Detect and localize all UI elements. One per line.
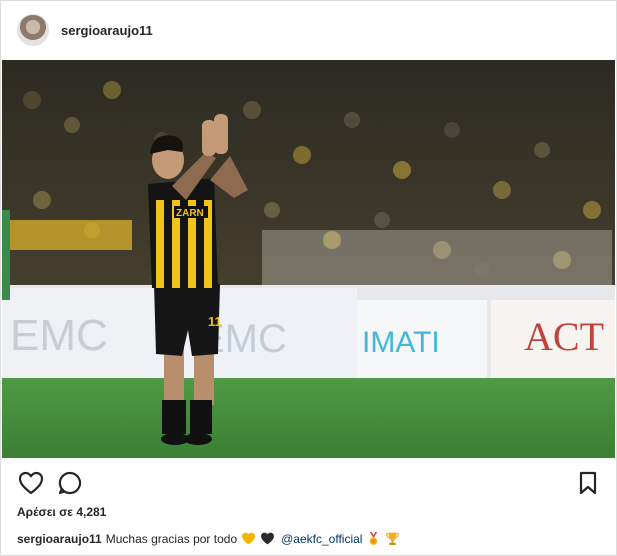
- post-caption: sergioaraujo11 Muchas gracias por todo @…: [17, 531, 400, 546]
- ad-board-4-text: ACT: [524, 314, 604, 359]
- likes-count[interactable]: Αρέσει σε 4,281: [17, 505, 106, 519]
- post-photo[interactable]: EMC EMC IMATI ACT 11 ZARN: [2, 60, 615, 458]
- ad-board-3-text: IMATI: [362, 326, 440, 359]
- caption-text: Muchas gracias por todo: [105, 531, 238, 546]
- mention-link[interactable]: @aekfc_official: [281, 532, 362, 546]
- post-actions: [1, 465, 616, 505]
- post-username[interactable]: sergioaraujo11: [61, 23, 153, 38]
- caption-username[interactable]: sergioaraujo11: [17, 532, 102, 546]
- yellow-heart-icon: [241, 531, 256, 546]
- bookmark-icon[interactable]: [574, 469, 602, 497]
- stadium-photo: EMC EMC IMATI ACT 11 ZARN: [2, 60, 615, 458]
- ad-board-1-text: EMC: [10, 311, 108, 360]
- post-header: sergioaraujo11: [1, 1, 616, 59]
- medal-icon: [366, 531, 381, 546]
- shorts-number: 11: [208, 314, 222, 329]
- trophy-icon: [385, 531, 400, 546]
- post-card: sergioaraujo11 EMC EMC IMATI ACT 11 ZARN…: [0, 0, 617, 556]
- avatar[interactable]: [17, 14, 49, 46]
- heart-icon[interactable]: [17, 469, 45, 497]
- jersey-sponsor: ZARN: [176, 208, 204, 219]
- pitch: [2, 378, 615, 458]
- black-heart-icon: [260, 531, 275, 546]
- comment-icon[interactable]: [56, 469, 84, 497]
